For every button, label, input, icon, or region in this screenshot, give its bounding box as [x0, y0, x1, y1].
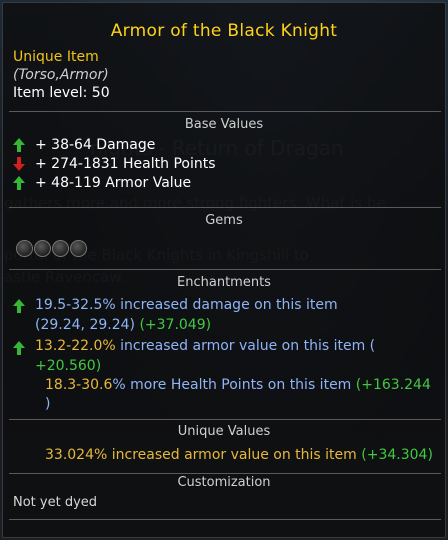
divider	[9, 519, 441, 520]
item-level-label: Item level:	[13, 85, 88, 101]
divider	[9, 473, 441, 474]
arrow-up-icon	[13, 299, 25, 313]
item-rarity: Unique Item	[13, 49, 99, 65]
item-name: Armor of the Black Knight	[110, 21, 338, 41]
section-base-values: Base Values	[184, 117, 264, 132]
section-customization: Customization	[177, 475, 271, 490]
divider	[9, 269, 441, 270]
gem-socket-empty[interactable]	[34, 240, 51, 257]
arrow-up-icon	[13, 138, 25, 152]
customization-status: Not yet dyed	[13, 495, 98, 510]
base-stat-armor: + 48-119 Armor Value	[13, 175, 191, 191]
section-gems: Gems	[205, 213, 243, 228]
gem-socket-empty[interactable]	[16, 240, 33, 257]
item-level-value: 50	[91, 85, 110, 101]
arrow-up-icon	[13, 176, 25, 190]
item-slot: (Torso,Armor)	[13, 67, 109, 83]
item-tooltip: Armor of the Black Knight Unique Item (T…	[2, 2, 446, 538]
divider	[9, 111, 441, 112]
arrow-up-icon	[13, 341, 25, 355]
enchantment-health: 18.3-30.6% more Health Points on this it…	[45, 377, 431, 393]
enchantment-health-close: )	[45, 396, 51, 412]
arrow-down-icon	[13, 157, 25, 171]
gem-socket-empty[interactable]	[70, 240, 87, 257]
unique-value-armor: 33.024% increased armor value on this it…	[45, 447, 433, 463]
divider	[9, 207, 441, 208]
section-unique-values: Unique Values	[177, 424, 271, 439]
section-enchantments: Enchantments	[177, 275, 271, 290]
enchantment-damage: 19.5-32.5% increased damage on this item	[35, 297, 338, 313]
enchantment-armor: 13.2-22.0% increased armor value on this…	[35, 338, 376, 354]
divider	[9, 419, 441, 420]
enchantment-damage-values: (29.24, 29.24) (+37.049)	[35, 317, 212, 333]
base-stat-health: + 274-1831 Health Points	[13, 156, 216, 172]
item-level: Item level: 50	[13, 85, 110, 101]
enchantment-armor-bonus: +20.560)	[35, 358, 102, 374]
gem-socket-empty[interactable]	[52, 240, 69, 257]
base-stat-damage: + 38-64 Damage	[13, 137, 155, 153]
